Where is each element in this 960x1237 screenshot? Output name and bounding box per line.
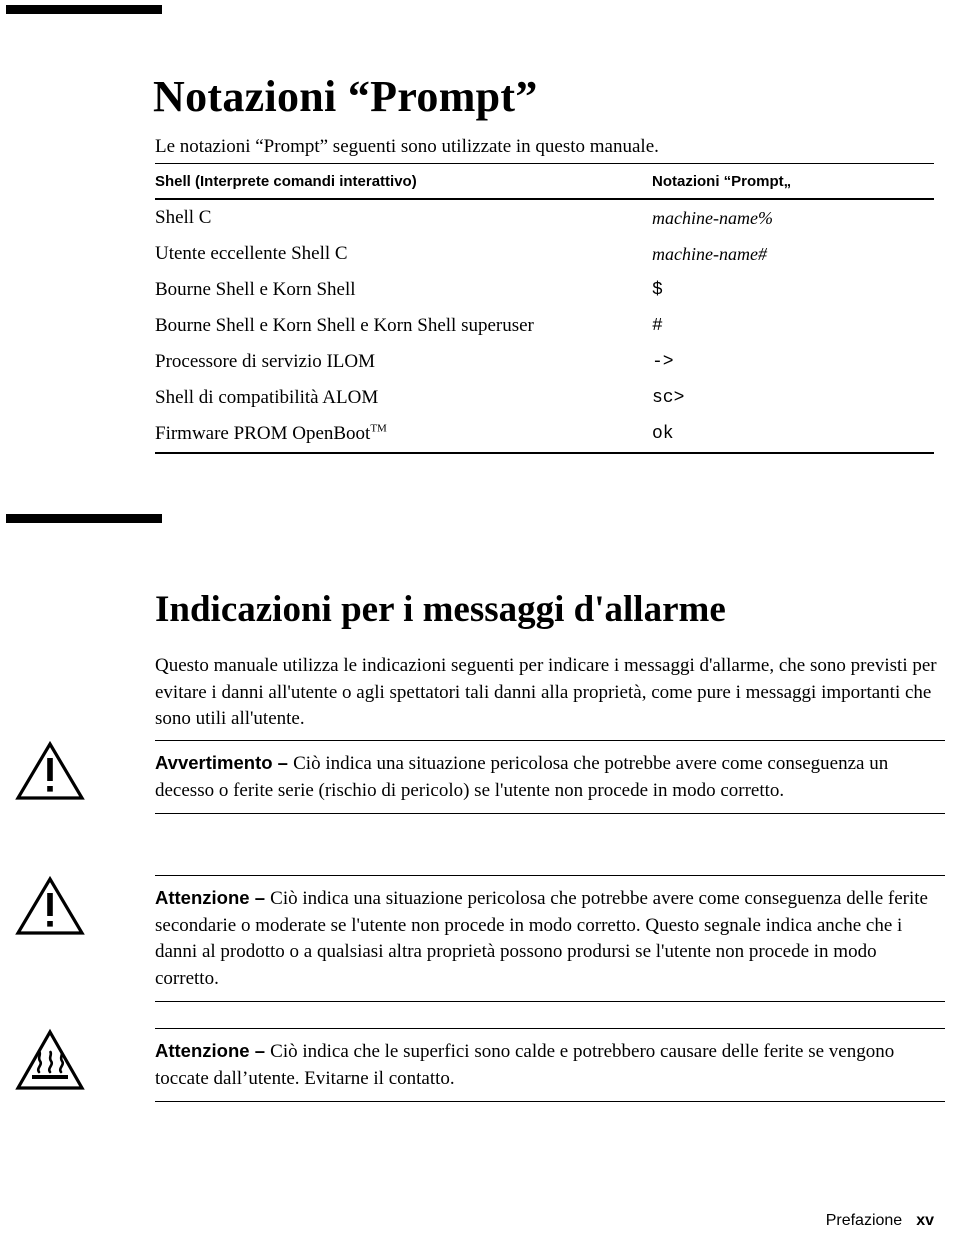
admonition-label: Attenzione (155, 1040, 250, 1061)
table-row: Shell C machine-name% (155, 200, 934, 236)
warning-triangle-exclamation-icon (14, 740, 86, 802)
hot-surface-triangle-icon (14, 1028, 86, 1092)
trademark-mark: TM (370, 422, 387, 435)
admonition-dash: – (272, 752, 294, 773)
cell-prompt: machine-name% (652, 207, 773, 228)
cell-shell: Shell C (155, 207, 212, 228)
section-bar-top (6, 5, 162, 14)
cell-prompt: sc> (652, 388, 685, 408)
warning-triangle-exclamation-icon-svg (15, 740, 85, 800)
prompt-notation-table: Shell (Interprete comandi interattivo) N… (155, 163, 934, 454)
table-row: Processore di servizio ILOM -> (155, 344, 934, 380)
section-title-alarm: Indicazioni per i messaggi d'allarme (155, 588, 726, 630)
hot-surface-triangle-icon-svg (15, 1028, 85, 1090)
admonition-dash: – (249, 887, 271, 908)
table-rule-bottom (155, 452, 934, 454)
page-footer: Prefazione xv (0, 1212, 934, 1230)
page: Notazioni “Prompt” Le notazioni “Prompt”… (0, 0, 960, 1237)
footer-section-label: Prefazione (825, 1212, 903, 1229)
chapter-intro-text: Le notazioni “Prompt” seguenti sono util… (155, 136, 659, 157)
admonition-text: Attenzione – Ciò indica una situazione p… (155, 876, 945, 1001)
admonition-rule-bottom (155, 813, 945, 814)
cell-prompt: ok (652, 424, 674, 444)
table-body: Shell C machine-name% Utente eccellente … (155, 200, 934, 452)
admonition-rule-bottom (155, 1101, 945, 1102)
cell-shell: Processore di servizio ILOM (155, 351, 376, 372)
cell-shell: Bourne Shell e Korn Shell (155, 279, 356, 300)
admonition-dash: – (249, 1040, 271, 1061)
page-title: Notazioni “Prompt” (153, 72, 538, 122)
table-header-shell: Shell (Interprete comandi interattivo) (155, 172, 417, 190)
cell-prompt: $ (652, 280, 663, 300)
cell-shell: Utente eccellente Shell C (155, 243, 348, 264)
admonition-body: Attenzione – Ciò indica una situazione p… (155, 875, 945, 1002)
admonition-text: Avvertimento – Ciò indica una situazione… (155, 741, 945, 813)
cell-shell-text: Firmware PROM OpenBoot (155, 423, 371, 444)
table-row: Shell di compatibilità ALOM sc> (155, 380, 934, 416)
cell-prompt: machine-name# (652, 243, 767, 264)
table-row: Utente eccellente Shell C machine-name# (155, 236, 934, 272)
cell-prompt: # (652, 316, 663, 336)
table-row: Bourne Shell e Korn Shell e Korn Shell s… (155, 308, 934, 344)
table-row: Bourne Shell e Korn Shell $ (155, 272, 934, 308)
admonition-body: Attenzione – Ciò indica che le superfici… (155, 1028, 945, 1102)
cell-shell: Firmware PROM OpenBootTM (155, 423, 652, 445)
admonition-description: Ciò indica una situazione pericolosa che… (155, 888, 928, 989)
admonition-rule-bottom (155, 1001, 945, 1002)
cell-shell: Bourne Shell e Korn Shell e Korn Shell s… (155, 315, 534, 336)
footer-page-number: xv (916, 1212, 934, 1229)
admonition-label: Avvertimento (155, 752, 273, 773)
section-intro-alarm: Questo manuale utilizza le indicazioni s… (155, 655, 937, 729)
cell-prompt: -> (652, 352, 674, 372)
table-header-prompt: Notazioni “Prompt„ (652, 172, 792, 190)
table-header-row: Shell (Interprete comandi interattivo) N… (155, 164, 934, 198)
table-row: Firmware PROM OpenBootTM ok (155, 416, 934, 452)
caution-triangle-exclamation-icon (14, 875, 86, 937)
section-bar-alarm (6, 514, 162, 523)
caution-triangle-exclamation-icon-svg (15, 875, 85, 935)
admonition-body: Avvertimento – Ciò indica una situazione… (155, 740, 945, 814)
cell-shell: Shell di compatibilità ALOM (155, 387, 379, 408)
admonition-label: Attenzione (155, 887, 250, 908)
admonition-text: Attenzione – Ciò indica che le superfici… (155, 1029, 945, 1101)
